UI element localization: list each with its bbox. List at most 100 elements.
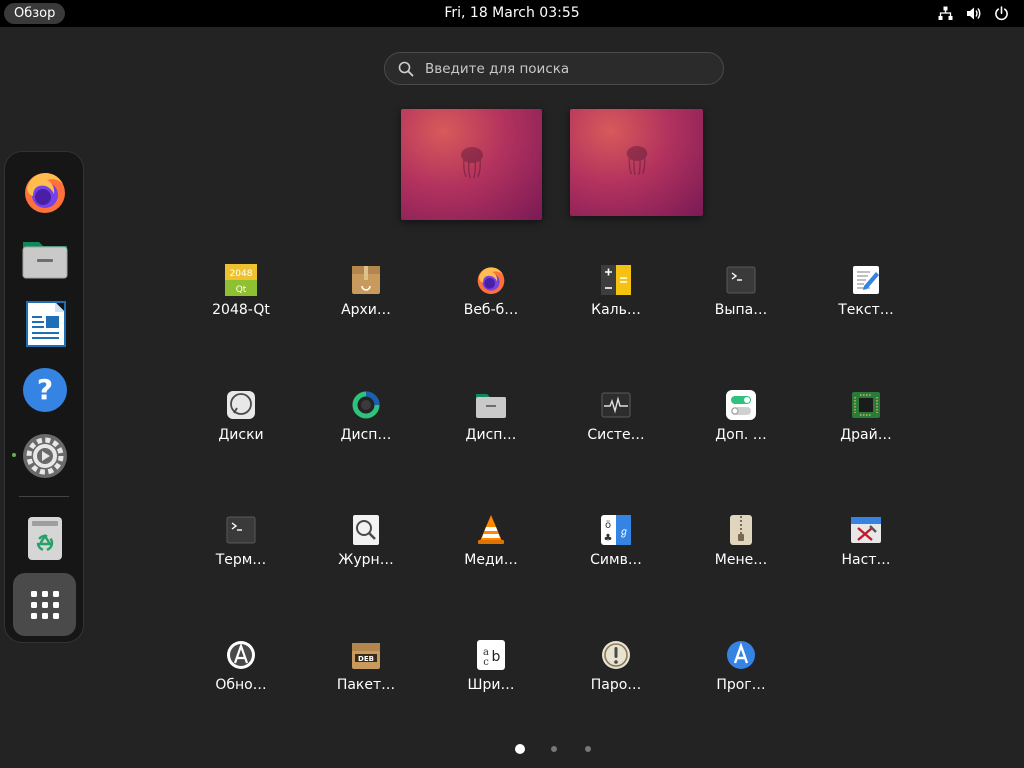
app-tile[interactable]: Паро… <box>553 637 679 717</box>
activities-button[interactable]: Обзор <box>4 3 66 24</box>
jellyfish-wallpaper-icon <box>460 147 483 179</box>
svg-text:ö: ö <box>605 520 611 531</box>
app-tile[interactable]: Диски <box>178 387 304 467</box>
app-label: Дисп… <box>465 427 517 443</box>
dock: ? <box>4 151 84 643</box>
system-monitor-icon <box>601 392 631 418</box>
fonts-icon: ac b <box>477 640 505 670</box>
app-tile[interactable]: Выпа… <box>678 262 804 342</box>
app-label: Каль… <box>591 302 641 318</box>
search-input[interactable] <box>425 59 705 79</box>
app-label: Архи… <box>341 302 391 318</box>
firefox-icon[interactable] <box>21 168 69 216</box>
page-dot-2[interactable] <box>551 746 557 752</box>
app-label: Драй… <box>840 427 892 443</box>
app-grid: 2048 Qt 2048-Qt Архи… Веб-б… Каль… Выпа… … <box>178 262 938 722</box>
app-tile[interactable]: Дисп… <box>303 387 429 467</box>
terminal-dropdown-icon <box>726 266 756 294</box>
calculator-icon <box>601 265 631 295</box>
search-icon <box>398 61 414 77</box>
app-tile[interactable]: Дисп… <box>428 387 554 467</box>
volume-icon[interactable] <box>965 5 982 22</box>
writer-icon[interactable] <box>21 300 69 348</box>
app-label: Пакет… <box>336 677 396 693</box>
dock-separator <box>19 496 69 497</box>
app-label: Мене… <box>714 552 768 568</box>
app-label: Наст… <box>841 552 891 568</box>
app-grid-icon <box>30 590 59 619</box>
app-label: Прог… <box>716 677 766 693</box>
software-center-icon <box>727 641 755 669</box>
svg-text:c: c <box>483 657 489 668</box>
app-tile[interactable]: Прог… <box>678 637 804 717</box>
deb-installer-icon: DEB <box>352 643 380 669</box>
logs-icon <box>353 515 379 545</box>
app-label: Симв… <box>590 552 642 568</box>
workspace-thumbnail-2[interactable] <box>570 109 703 216</box>
network-icon[interactable] <box>937 5 954 22</box>
svg-text:DEB: DEB <box>358 655 374 663</box>
app-label: Обно… <box>215 677 267 693</box>
app-tile[interactable]: acb Шри… <box>428 637 554 717</box>
app-label: Паро… <box>590 677 642 693</box>
settings-icon[interactable] <box>21 432 69 480</box>
app-tile[interactable]: Архи… <box>303 262 429 342</box>
workspace-thumbnail-1[interactable] <box>401 109 542 220</box>
search-box[interactable] <box>384 52 724 85</box>
svg-text:Qt: Qt <box>236 285 247 295</box>
app-tile[interactable]: Журн… <box>303 512 429 592</box>
app-tile[interactable]: 2048 Qt 2048-Qt <box>178 262 304 342</box>
system-tray[interactable] <box>937 5 1010 22</box>
app-tile[interactable]: Мене… <box>678 512 804 592</box>
running-indicator <box>12 453 16 457</box>
trash-icon[interactable] <box>21 514 69 562</box>
software-updater-icon <box>227 641 255 669</box>
page-dot-1[interactable] <box>515 744 525 754</box>
svg-text:2048: 2048 <box>230 269 253 279</box>
app-label: Систе… <box>587 427 645 443</box>
clock[interactable]: Fri, 18 March 03:55 <box>444 5 579 21</box>
svg-text:b: b <box>492 649 501 665</box>
app-tile[interactable]: Систе… <box>553 387 679 467</box>
app-tile[interactable]: Обно… <box>178 637 304 717</box>
app-label: Веб-б… <box>463 302 519 318</box>
file-manager-icon <box>476 394 506 418</box>
power-icon[interactable] <box>993 5 1010 22</box>
jellyfish-wallpaper-icon <box>626 146 647 176</box>
tweaks-icon <box>851 517 881 543</box>
files-icon[interactable] <box>21 234 69 282</box>
app-label: Журн… <box>338 552 394 568</box>
extensions-icon <box>726 390 756 420</box>
app-tile[interactable]: Наст… <box>803 512 929 592</box>
app-tile[interactable]: DEB Пакет… <box>303 637 429 717</box>
show-apps-button[interactable] <box>13 573 76 636</box>
vlc-icon <box>478 515 504 544</box>
help-icon[interactable]: ? <box>21 366 69 414</box>
page-indicator <box>0 744 1024 757</box>
app-tile[interactable]: Драй… <box>803 387 929 467</box>
app-label: Выпа… <box>714 302 768 318</box>
archive-manager-icon <box>352 266 380 294</box>
app-tile[interactable]: Меди… <box>428 512 554 592</box>
passwords-icon <box>602 641 630 669</box>
disks-icon <box>227 391 255 419</box>
characters-icon: ö ♣ ℊ <box>601 515 631 545</box>
top-bar: Обзор Fri, 18 March 03:55 <box>0 0 1024 27</box>
clock-area: Fri, 18 March 03:55 <box>0 0 1024 27</box>
page-dot-3[interactable] <box>585 746 591 752</box>
svg-text:?: ? <box>37 373 53 406</box>
app-label: Шри… <box>467 677 515 693</box>
app-tile[interactable]: Каль… <box>553 262 679 342</box>
app-tile[interactable]: Веб-б… <box>428 262 554 342</box>
app-tile[interactable]: ö ♣ ℊ Симв… <box>553 512 679 592</box>
app-tile[interactable]: Доп. … <box>678 387 804 467</box>
app-label: Доп. … <box>715 427 767 443</box>
app-tile[interactable]: Текст… <box>803 262 929 342</box>
app-label: 2048-Qt <box>212 302 270 318</box>
app-tile[interactable]: Терм… <box>178 512 304 592</box>
disk-usage-icon <box>352 391 380 419</box>
svg-text:ℊ: ℊ <box>619 527 629 538</box>
text-editor-icon <box>853 266 879 294</box>
archive-zip-icon <box>730 515 752 545</box>
drivers-icon <box>852 392 880 418</box>
